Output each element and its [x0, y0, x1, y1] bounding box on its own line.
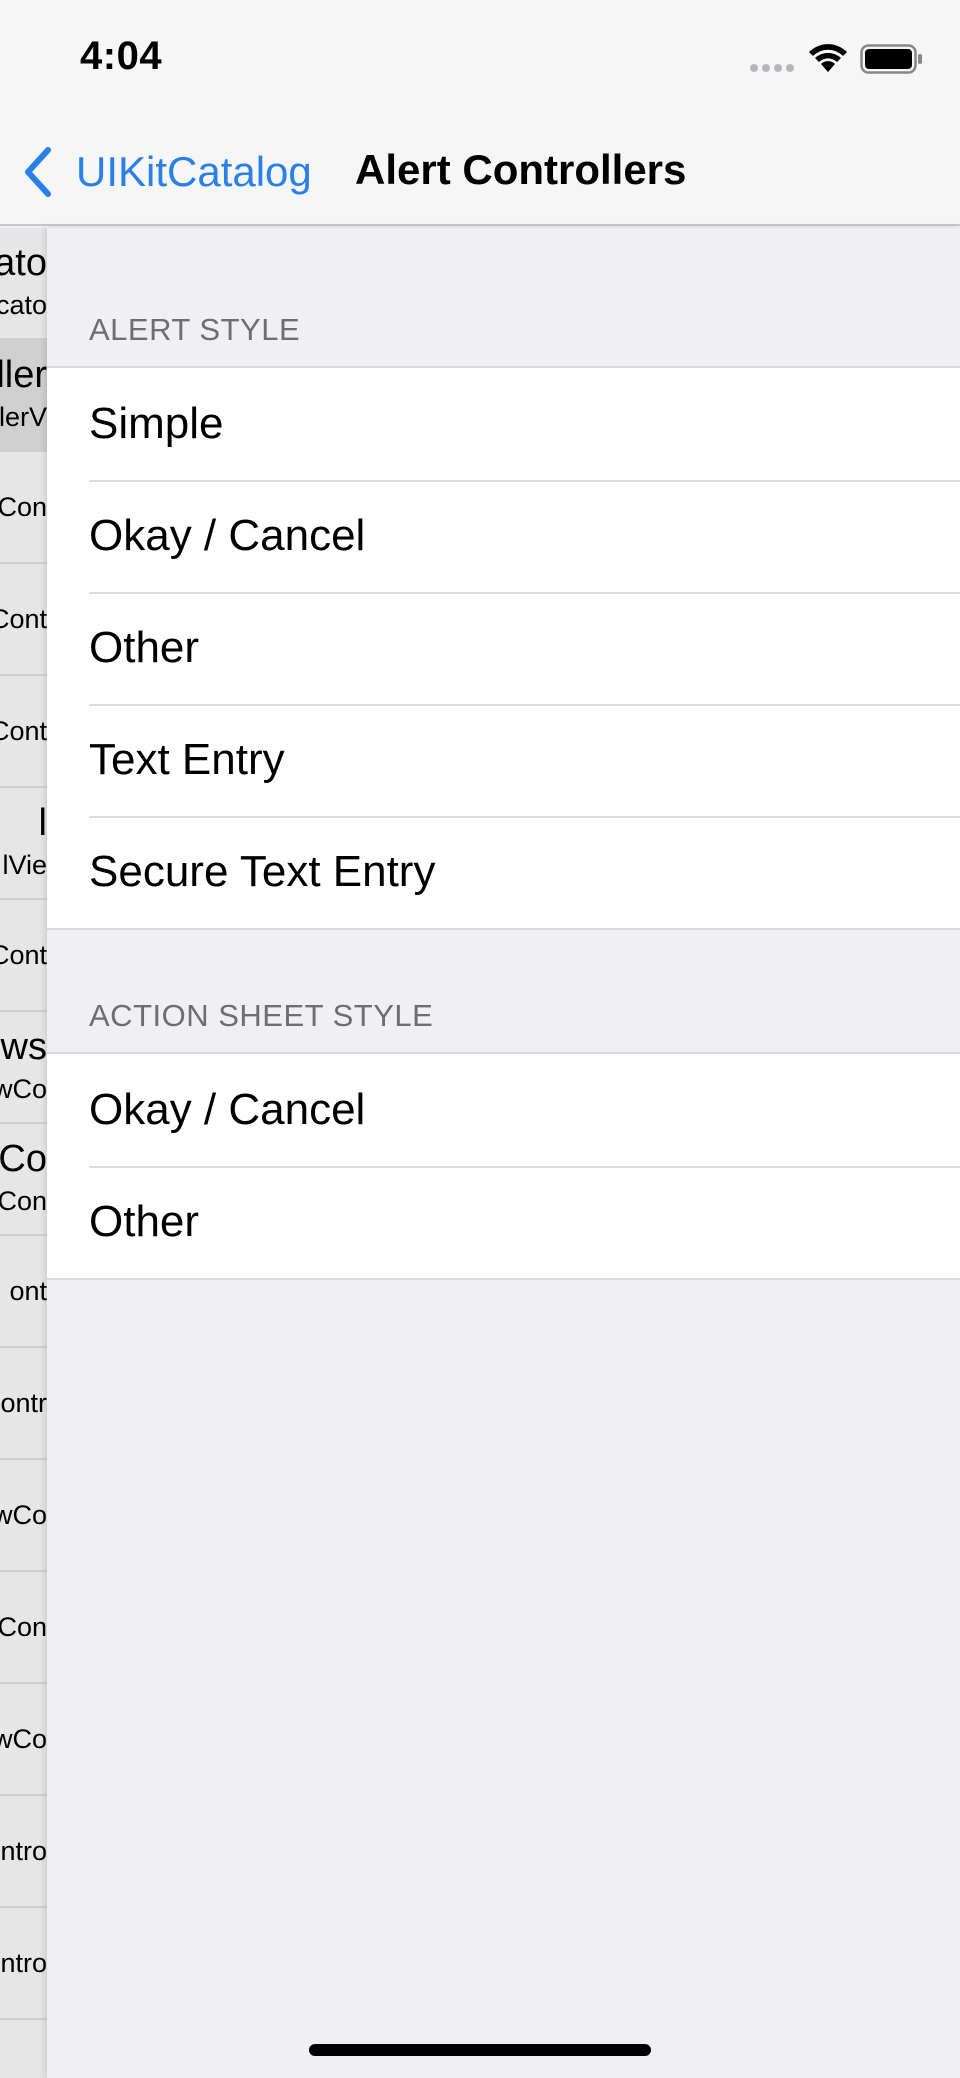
master-list-item-subtitle: wCo: [0, 1074, 47, 1104]
list-item[interactable]: Simple: [47, 368, 960, 480]
list-item[interactable]: Other: [47, 592, 960, 704]
master-list-item-title: l: [38, 802, 47, 844]
master-list-item[interactable]: Con: [0, 1572, 47, 1684]
status-time: 4:04: [80, 34, 163, 78]
wifi-icon: [809, 44, 847, 72]
list-item[interactable]: Okay / Cancel: [47, 1054, 960, 1166]
master-list-item[interactable]: cato cato: [0, 228, 47, 340]
list-item[interactable]: Other: [47, 1166, 960, 1278]
master-list: catocatollerllerVConContContllVieContwsw…: [0, 228, 47, 2078]
master-list-item-title: ws: [0, 1026, 47, 1068]
cellular-signal-icon: [750, 64, 794, 74]
screen: 4:04 UIKitCatalog Alert Controllers cato…: [0, 0, 960, 2078]
master-list-item[interactable]: Cont: [0, 564, 47, 676]
master-list-item-subtitle: lVie: [2, 850, 47, 880]
master-list-item[interactable]: wCo: [0, 1684, 47, 1796]
page-title: Alert Controllers: [355, 146, 687, 193]
back-button-label: UIKitCatalog: [76, 148, 312, 195]
section-header-action-sheet-style: ACTION SHEET STYLE: [89, 998, 434, 1033]
master-list-item-subtitle: ontr: [0, 1388, 47, 1418]
master-list-item-subtitle: llerV: [0, 402, 47, 432]
master-list-item-subtitle: wCo: [0, 1724, 47, 1754]
master-list-item-title: cato: [0, 242, 47, 284]
master-list-item-subtitle: ntro: [0, 1836, 47, 1866]
master-list-item[interactable]: ntro: [0, 1908, 47, 2020]
master-list-item[interactable]: wCo: [0, 1460, 47, 1572]
back-button[interactable]: UIKitCatalog: [18, 142, 312, 202]
master-list-item-title: Co: [0, 1138, 47, 1180]
master-list-item-subtitle: Cont: [0, 716, 47, 746]
master-list-item[interactable]: Cont: [0, 676, 47, 788]
master-list-item[interactable]: ontr: [0, 1348, 47, 1460]
master-list-item-subtitle: wCo: [0, 1500, 47, 1530]
master-list-item[interactable]: l lVie: [0, 788, 47, 900]
master-list-item[interactable]: ntro: [0, 1796, 47, 1908]
master-list-item-subtitle: cato: [0, 290, 47, 320]
chevron-left-icon: [25, 147, 51, 197]
master-list-item[interactable]: Co Con: [0, 1124, 47, 1236]
master-list-item-subtitle: ntro: [0, 1948, 47, 1978]
alert-style-group: Simple Okay / Cancel Other Text Entry Se…: [47, 366, 960, 930]
detail-pane: ALERT STYLE Simple Okay / Cancel Other T…: [47, 228, 960, 2078]
battery-icon: [860, 44, 922, 74]
master-list-item[interactable]: ws wCo: [0, 1012, 47, 1124]
master-list-item-subtitle: Con: [0, 1612, 47, 1642]
master-list-item-subtitle: ont: [9, 1276, 47, 1306]
master-list-item-subtitle: Con: [0, 1186, 47, 1216]
section-header-alert-style: ALERT STYLE: [89, 312, 301, 347]
master-list-item[interactable]: ller llerV: [0, 340, 47, 452]
status-bar: 4:04: [0, 0, 960, 118]
master-list-item-subtitle: Cont: [0, 604, 47, 634]
master-list-item-subtitle: Con: [0, 492, 47, 522]
list-item[interactable]: Okay / Cancel: [47, 480, 960, 592]
navigation-bar: UIKitCatalog Alert Controllers: [0, 118, 960, 226]
master-list-item[interactable]: Cont: [0, 900, 47, 1012]
master-list-item-subtitle: Cont: [0, 940, 47, 970]
master-list-item[interactable]: ont: [0, 1236, 47, 1348]
master-list-item-title: ller: [0, 354, 47, 396]
master-list-item[interactable]: Con: [0, 452, 47, 564]
home-indicator[interactable]: [309, 2044, 651, 2056]
list-item[interactable]: Text Entry: [47, 704, 960, 816]
action-sheet-style-group: Okay / Cancel Other: [47, 1052, 960, 1280]
list-item[interactable]: Secure Text Entry: [47, 816, 960, 928]
